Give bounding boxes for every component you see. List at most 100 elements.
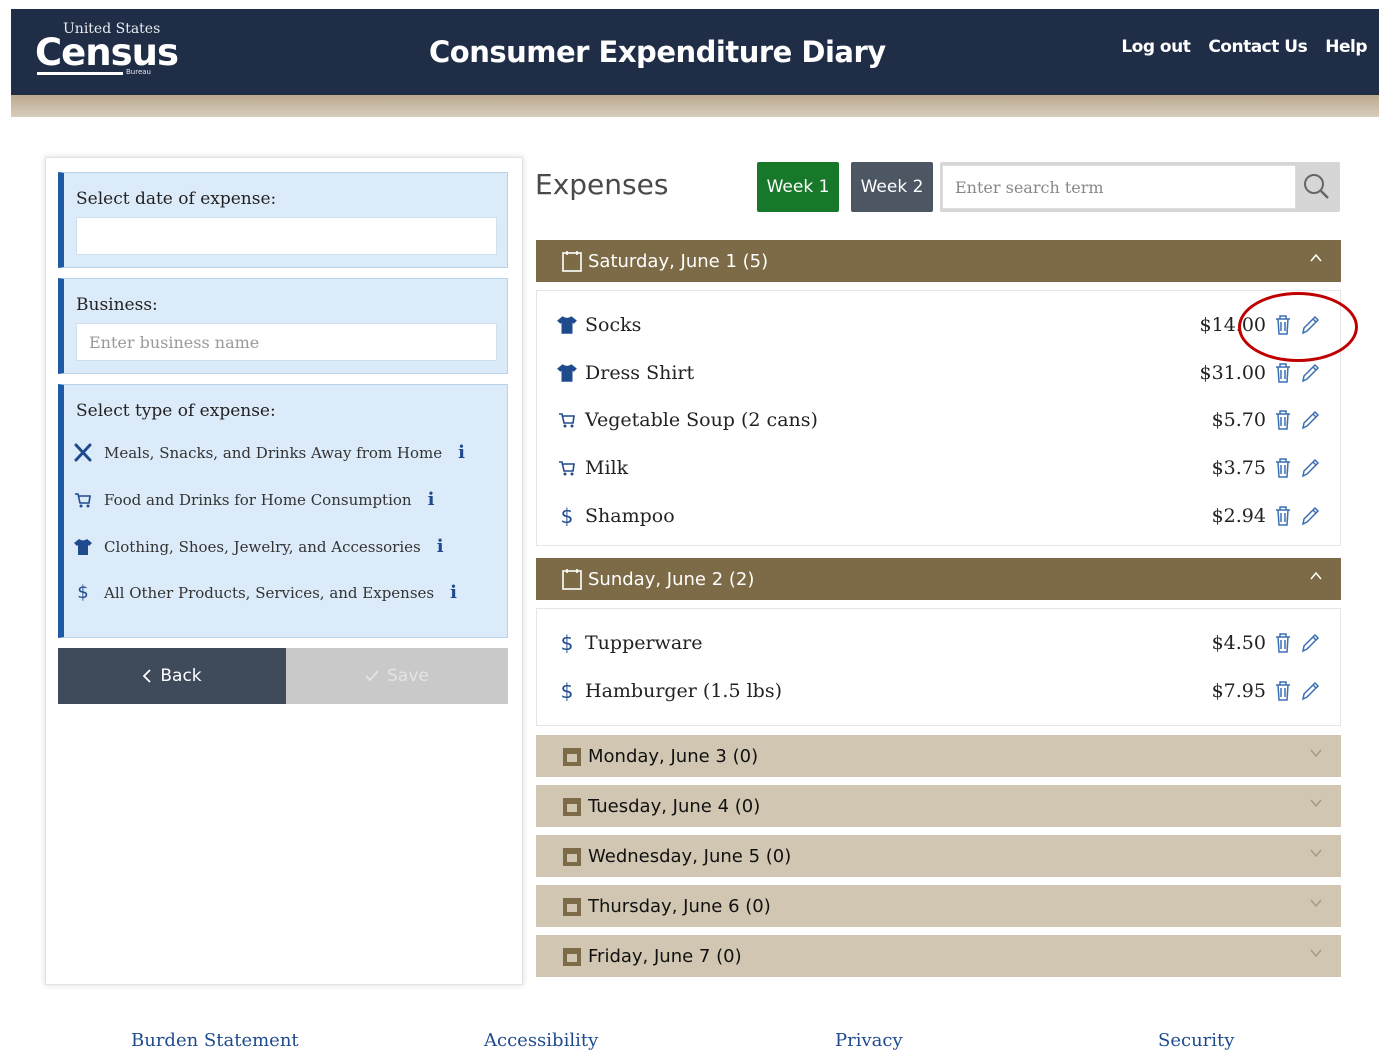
type-label: Select type of expense: [76, 401, 276, 421]
expense-name: Shampoo [585, 505, 675, 527]
calendar-icon [563, 848, 581, 866]
day-header-friday[interactable]: Friday, June 7 (0) [536, 935, 1341, 977]
date-label: Select date of expense: [76, 189, 277, 209]
pencil-icon[interactable] [1300, 457, 1320, 479]
info-icon[interactable]: i [428, 489, 435, 510]
expense-amount: $2.94 [1211, 505, 1266, 527]
expense-row: Vegetable Soup (2 cans) $5.70 [537, 400, 1342, 440]
day-header-saturday[interactable]: Saturday, June 1 (5) [536, 240, 1341, 282]
shirt-icon [555, 363, 579, 383]
chevron-down-icon [1310, 899, 1322, 908]
type-clothing[interactable]: Clothing, Shoes, Jewelry, and Accessorie… [72, 536, 444, 557]
pencil-icon[interactable] [1300, 632, 1320, 654]
type-food-home[interactable]: Food and Drinks for Home Consumption i [72, 489, 434, 510]
logo-sub-text: Bureau [126, 68, 151, 76]
save-button[interactable]: Save [286, 648, 508, 704]
cart-icon [555, 411, 579, 429]
expense-row: Milk $3.75 [537, 448, 1342, 488]
expense-name: Socks [585, 314, 642, 336]
utensils-icon [72, 443, 94, 463]
dollar-icon: $ [77, 582, 89, 603]
expense-amount: $3.75 [1211, 457, 1266, 479]
expenses-title: Expenses [535, 168, 669, 201]
date-input[interactable] [76, 217, 497, 255]
pencil-icon[interactable] [1300, 505, 1320, 527]
header-links: Log out Contact Us Help [1121, 37, 1367, 57]
pencil-icon[interactable] [1300, 680, 1320, 702]
type-meals-label: Meals, Snacks, and Drinks Away from Home [104, 443, 443, 462]
chevron-down-icon [1310, 799, 1322, 808]
week-1-button[interactable]: Week 1 [757, 162, 839, 212]
expense-name: Dress Shirt [585, 362, 695, 384]
pencil-icon[interactable] [1300, 409, 1320, 431]
calendar-icon [562, 569, 582, 590]
annotation-circle [1238, 292, 1358, 362]
day-header-tuesday[interactable]: Tuesday, June 4 (0) [536, 785, 1341, 827]
expense-row: $ Hamburger (1.5 lbs) $7.95 [537, 671, 1342, 711]
business-input[interactable]: Enter business name [76, 323, 497, 361]
date-field-group: Select date of expense: [58, 172, 508, 268]
expense-row: $ Tupperware $4.50 [537, 623, 1342, 663]
day-header-monday[interactable]: Monday, June 3 (0) [536, 735, 1341, 777]
expense-form-panel: Select date of expense: Business: Enter … [45, 157, 523, 985]
type-food-home-label: Food and Drinks for Home Consumption [104, 490, 412, 509]
help-link[interactable]: Help [1325, 37, 1367, 57]
type-other-label: All Other Products, Services, and Expens… [104, 583, 435, 602]
save-label: Save [387, 666, 429, 686]
trash-icon[interactable] [1274, 632, 1292, 654]
day-label: Monday, June 3 (0) [588, 745, 759, 767]
trash-icon[interactable] [1274, 362, 1292, 384]
census-logo[interactable]: United States Census Bureau [29, 21, 179, 81]
security-link[interactable]: Security [1158, 1030, 1234, 1051]
business-label: Business: [76, 295, 158, 315]
calendar-icon [563, 798, 581, 816]
expense-amount: $5.70 [1211, 409, 1266, 431]
day-label: Thursday, June 6 (0) [588, 895, 771, 917]
trash-icon[interactable] [1274, 457, 1292, 479]
chevron-up-icon [1310, 253, 1322, 262]
accessibility-link[interactable]: Accessibility [484, 1030, 598, 1051]
day-label: Wednesday, June 5 (0) [588, 845, 792, 867]
expense-row: Dress Shirt $31.00 [537, 353, 1342, 393]
day-header-thursday[interactable]: Thursday, June 6 (0) [536, 885, 1341, 927]
expense-name: Tupperware [585, 632, 703, 654]
week-2-button[interactable]: Week 2 [851, 162, 933, 212]
logo-main-text: Census [35, 31, 179, 74]
shirt-icon [72, 538, 94, 556]
expense-row: $ Shampoo $2.94 [537, 496, 1342, 536]
shirt-icon [555, 315, 579, 335]
info-icon[interactable]: i [437, 536, 444, 557]
info-icon[interactable]: i [458, 442, 465, 463]
back-label: Back [160, 666, 202, 686]
back-button[interactable]: Back [58, 648, 286, 704]
pencil-icon[interactable] [1300, 362, 1320, 384]
burden-statement-link[interactable]: Burden Statement [131, 1030, 299, 1051]
chevron-up-icon [1310, 571, 1322, 580]
search-input[interactable]: Enter search term [942, 165, 1296, 209]
expense-name: Hamburger (1.5 lbs) [585, 680, 782, 702]
info-icon[interactable]: i [450, 582, 457, 603]
trash-icon[interactable] [1274, 505, 1292, 527]
chevron-left-icon [143, 669, 151, 683]
day-header-sunday[interactable]: Sunday, June 2 (2) [536, 558, 1341, 600]
day-header-wednesday[interactable]: Wednesday, June 5 (0) [536, 835, 1341, 877]
logout-link[interactable]: Log out [1121, 37, 1191, 57]
chevron-down-icon [1310, 949, 1322, 958]
day-label: Sunday, June 2 (2) [588, 568, 755, 590]
header-stripe [11, 95, 1379, 117]
expense-name: Vegetable Soup (2 cans) [585, 409, 818, 431]
expense-amount: $4.50 [1211, 632, 1266, 654]
check-icon [365, 670, 379, 682]
day-body-sunday: $ Tupperware $4.50 $ Hamburger (1.5 lbs)… [536, 608, 1341, 726]
day-label: Saturday, June 1 (5) [588, 250, 769, 272]
type-meals[interactable]: Meals, Snacks, and Drinks Away from Home… [72, 442, 465, 463]
type-other[interactable]: $ All Other Products, Services, and Expe… [72, 582, 457, 603]
expense-name: Milk [585, 457, 629, 479]
trash-icon[interactable] [1274, 680, 1292, 702]
trash-icon[interactable] [1274, 409, 1292, 431]
privacy-link[interactable]: Privacy [835, 1030, 903, 1051]
calendar-icon [563, 898, 581, 916]
search-icon[interactable] [1302, 172, 1330, 200]
contact-us-link[interactable]: Contact Us [1208, 37, 1307, 57]
dollar-icon: $ [560, 504, 574, 528]
